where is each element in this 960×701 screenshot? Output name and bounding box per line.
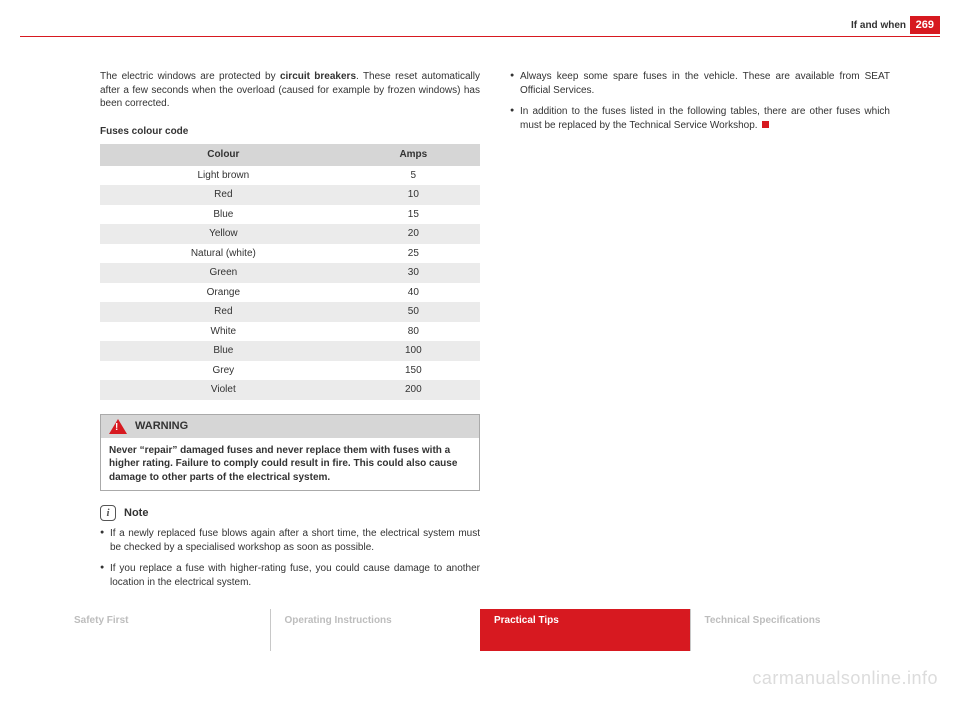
cell-colour: Blue <box>100 341 347 361</box>
table-row: White80 <box>100 322 480 342</box>
cell-amps: 5 <box>347 166 480 186</box>
warning-box: WARNING Never “repair” damaged fuses and… <box>100 414 480 492</box>
cell-amps: 25 <box>347 244 480 264</box>
table-row: Grey150 <box>100 361 480 381</box>
intro-prefix: The electric windows are protected by <box>100 71 280 82</box>
watermark-text: carmanualsonline.info <box>752 668 938 689</box>
table-header-row: Colour Amps <box>100 144 480 166</box>
tab-practical-tips[interactable]: Practical Tips <box>480 609 690 651</box>
cell-colour: Green <box>100 263 347 283</box>
cell-amps: 15 <box>347 205 480 225</box>
table-row: Orange40 <box>100 283 480 303</box>
cell-amps: 150 <box>347 361 480 381</box>
list-item: In addition to the fuses listed in the f… <box>510 105 890 132</box>
col-amps: Amps <box>347 144 480 166</box>
table-title: Fuses colour code <box>100 125 480 139</box>
cell-colour: White <box>100 322 347 342</box>
end-of-section-icon <box>762 121 769 128</box>
table-row: Blue15 <box>100 205 480 225</box>
cell-colour: Red <box>100 185 347 205</box>
cell-colour: Natural (white) <box>100 244 347 264</box>
fuse-colour-table: Colour Amps Light brown5Red10Blue15Yello… <box>100 144 480 400</box>
warning-header: WARNING <box>101 415 479 438</box>
note-label: Note <box>124 506 148 521</box>
cell-amps: 80 <box>347 322 480 342</box>
page-number: 269 <box>910 16 940 34</box>
table-row: Light brown5 <box>100 166 480 186</box>
header-rule <box>20 36 940 37</box>
content-area: The electric windows are protected by ci… <box>100 70 900 597</box>
cell-amps: 50 <box>347 302 480 322</box>
right-column: Always keep some spare fuses in the vehi… <box>510 70 890 597</box>
footer-tabs: Safety First Operating Instructions Prac… <box>60 609 900 651</box>
cell-colour: Yellow <box>100 224 347 244</box>
cell-amps: 100 <box>347 341 480 361</box>
warning-body: Never “repair” damaged fuses and never r… <box>101 438 479 491</box>
table-row: Blue100 <box>100 341 480 361</box>
cell-colour: Violet <box>100 380 347 400</box>
table-row: Green30 <box>100 263 480 283</box>
cell-amps: 40 <box>347 283 480 303</box>
table-row: Red10 <box>100 185 480 205</box>
warning-triangle-icon <box>109 419 127 434</box>
cell-colour: Orange <box>100 283 347 303</box>
cell-amps: 20 <box>347 224 480 244</box>
table-row: Natural (white)25 <box>100 244 480 264</box>
tab-safety-first[interactable]: Safety First <box>60 609 270 651</box>
cell-colour: Grey <box>100 361 347 381</box>
list-item: Always keep some spare fuses in the vehi… <box>510 70 890 97</box>
cell-colour: Red <box>100 302 347 322</box>
info-icon: i <box>100 505 116 521</box>
col-colour: Colour <box>100 144 347 166</box>
section-title: If and when <box>851 20 906 31</box>
tab-operating-instructions[interactable]: Operating Instructions <box>270 609 481 651</box>
tab-technical-specifications[interactable]: Technical Specifications <box>690 609 901 651</box>
page-header: If and when 269 <box>0 0 960 38</box>
warning-label: WARNING <box>135 419 188 434</box>
table-row: Violet200 <box>100 380 480 400</box>
note-header: i Note <box>100 505 480 521</box>
cell-amps: 30 <box>347 263 480 283</box>
intro-bold: circuit breakers <box>280 71 356 82</box>
left-column: The electric windows are protected by ci… <box>100 70 480 597</box>
cell-colour: Blue <box>100 205 347 225</box>
cell-amps: 10 <box>347 185 480 205</box>
cell-colour: Light brown <box>100 166 347 186</box>
table-row: Yellow20 <box>100 224 480 244</box>
list-item: If a newly replaced fuse blows again aft… <box>100 527 480 554</box>
table-row: Red50 <box>100 302 480 322</box>
intro-paragraph: The electric windows are protected by ci… <box>100 70 480 111</box>
list-item: If you replace a fuse with higher-rating… <box>100 562 480 589</box>
cell-amps: 200 <box>347 380 480 400</box>
